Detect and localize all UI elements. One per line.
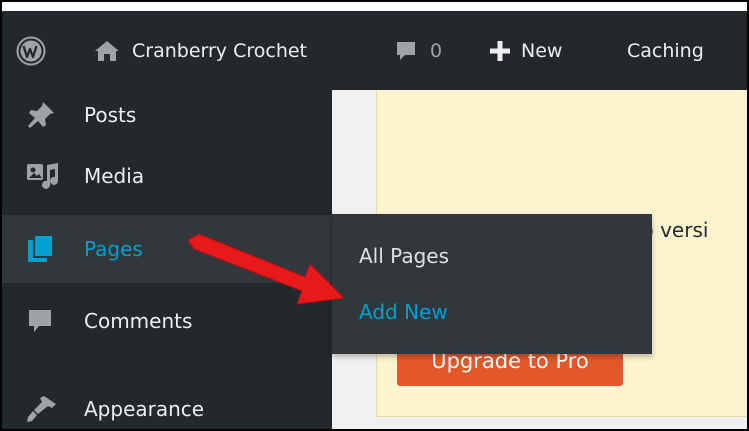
comments-count: 0 bbox=[430, 39, 443, 62]
caching-menu[interactable]: Caching bbox=[627, 11, 704, 90]
wordpress-logo-icon bbox=[16, 36, 46, 65]
sidebar-item-posts[interactable]: Posts bbox=[2, 90, 332, 140]
new-label: New bbox=[521, 39, 563, 62]
sidebar-item-label: Comments bbox=[84, 309, 193, 333]
comment-bubble-icon bbox=[397, 41, 415, 60]
plus-icon bbox=[490, 40, 510, 61]
sidebar-item-label: Posts bbox=[84, 103, 137, 127]
brush-icon bbox=[26, 392, 66, 426]
pages-submenu: All Pages Add New bbox=[332, 214, 652, 354]
sidebar-item-comments[interactable]: Comments bbox=[2, 293, 332, 349]
comment-icon bbox=[26, 304, 66, 338]
admin-sidebar: Posts Media Pages Comments Appearance bbox=[2, 90, 332, 429]
admin-bar: Cranberry Crochet 0 New Caching bbox=[2, 11, 747, 90]
sidebar-item-media[interactable]: Media bbox=[2, 148, 332, 204]
site-name-link[interactable]: Cranberry Crochet bbox=[94, 11, 307, 90]
pages-icon bbox=[26, 232, 66, 266]
sidebar-item-appearance[interactable]: Appearance bbox=[2, 381, 332, 429]
home-icon bbox=[95, 40, 119, 61]
wordpress-logo-button[interactable] bbox=[16, 11, 46, 90]
screenshot-frame: Cranberry Crochet 0 New Caching Posts Me… bbox=[0, 0, 749, 431]
sidebar-item-label: Media bbox=[84, 164, 145, 188]
flyout-caret bbox=[316, 235, 332, 267]
submenu-item-add-new[interactable]: Add New bbox=[359, 300, 448, 324]
sidebar-item-label: Appearance bbox=[84, 397, 205, 421]
site-name: Cranberry Crochet bbox=[132, 39, 307, 62]
top-strip bbox=[2, 2, 747, 11]
submenu-item-all-pages[interactable]: All Pages bbox=[359, 244, 449, 268]
pin-icon bbox=[26, 98, 66, 132]
caching-label: Caching bbox=[627, 39, 704, 62]
sidebar-item-label: Pages bbox=[84, 237, 143, 261]
new-content-button[interactable]: New bbox=[489, 11, 562, 90]
comments-link[interactable]: 0 bbox=[394, 11, 442, 90]
sidebar-item-pages[interactable]: Pages bbox=[2, 215, 332, 283]
media-icon bbox=[26, 159, 66, 193]
